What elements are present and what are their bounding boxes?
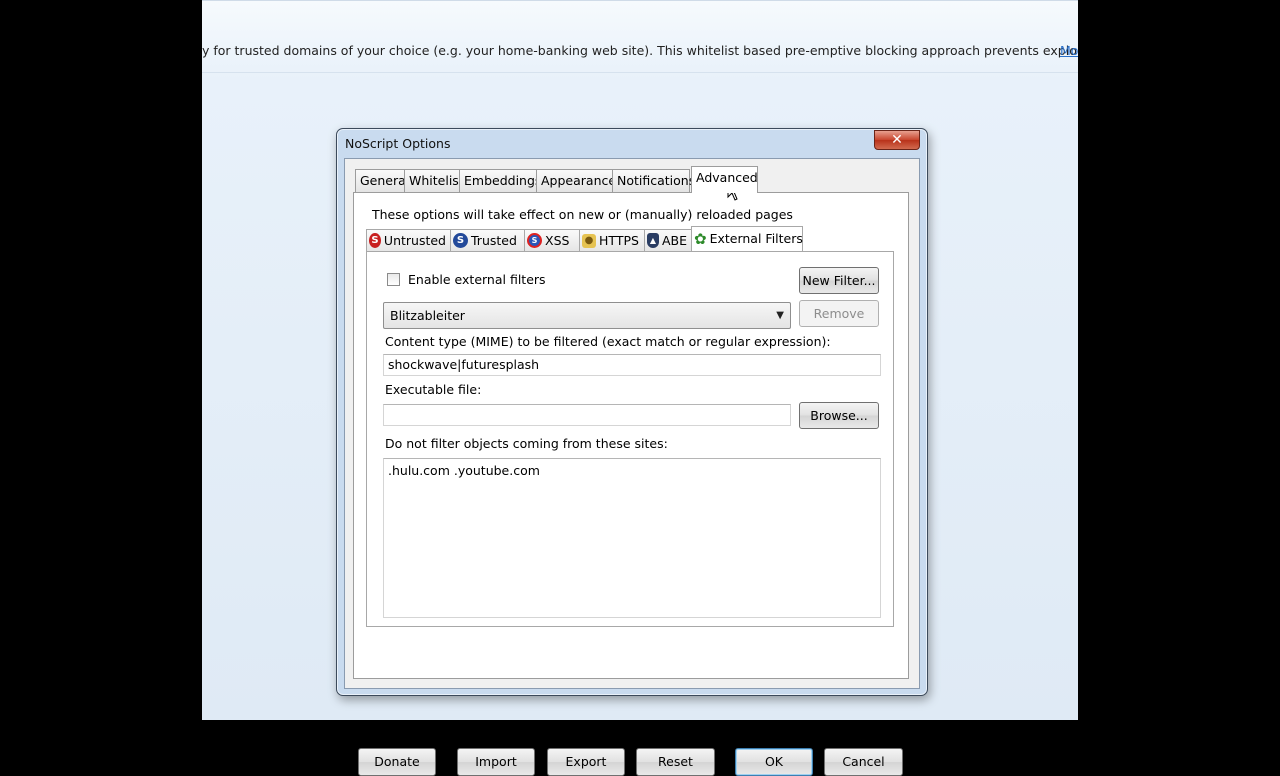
close-icon: ✕ xyxy=(891,132,903,148)
exclude-sites-label: Do not filter objects coming from these … xyxy=(385,436,668,451)
subtab-xss[interactable]: S XSS xyxy=(524,229,580,251)
subtab-label: External Filters xyxy=(709,231,803,246)
external-filters-panel: Enable external filters New Filter... Bl… xyxy=(366,251,894,627)
subtab-label: Untrusted xyxy=(383,232,446,248)
page-divider xyxy=(202,72,1078,73)
filter-select-value: Blitzableiter xyxy=(390,308,465,323)
subtab-trusted[interactable]: S Trusted xyxy=(450,229,525,251)
enable-external-filters-label: Enable external filters xyxy=(408,272,546,287)
browse-button[interactable]: Browse... xyxy=(799,402,879,429)
executable-field[interactable] xyxy=(383,404,791,426)
filter-select[interactable]: Blitzableiter ▼ xyxy=(383,302,791,329)
dialog-title: NoScript Options xyxy=(345,136,451,151)
subtab-label: HTTPS xyxy=(599,232,639,248)
lock-icon: ● xyxy=(582,233,596,248)
xss-icon: S xyxy=(527,233,542,248)
chevron-down-icon: ▼ xyxy=(776,310,784,321)
content-type-label: Content type (MIME) to be filtered (exac… xyxy=(385,334,831,349)
export-button[interactable]: Export xyxy=(547,748,625,776)
tab-notifications[interactable]: Notifications xyxy=(612,169,695,192)
ok-button[interactable]: OK xyxy=(735,748,813,776)
subtab-external-filters[interactable]: ✿ External Filters xyxy=(691,226,803,251)
tab-whitelist[interactable]: Whitelist xyxy=(404,169,464,192)
tab-appearance[interactable]: Appearance xyxy=(536,169,616,192)
subtab-label: XSS xyxy=(545,232,570,248)
cancel-button[interactable]: Cancel xyxy=(824,748,903,776)
close-button[interactable]: ✕ xyxy=(874,130,920,150)
dialog-client-area: General Whitelist Embeddings Appearance … xyxy=(344,158,920,689)
advanced-tab-panel: These options will take effect on new or… xyxy=(353,192,909,679)
content-type-field[interactable]: shockwave|futuresplash xyxy=(383,354,881,376)
enable-external-filters-row[interactable]: Enable external filters xyxy=(387,272,546,287)
advanced-note: These options will take effect on new or… xyxy=(372,207,793,222)
page-top-border xyxy=(202,0,1078,1)
noscript-options-dialog: NoScript Options ✕ General Whitelist Emb… xyxy=(336,128,928,776)
untrusted-icon: S xyxy=(369,233,381,248)
subtab-untrusted[interactable]: S Untrusted xyxy=(366,229,451,251)
page-intro-text: y for trusted domains of your choice (e.… xyxy=(202,43,1078,58)
exclude-sites-textarea[interactable]: .hulu.com .youtube.com xyxy=(383,458,881,618)
donate-button[interactable]: Donate xyxy=(358,748,436,776)
reset-button[interactable]: Reset xyxy=(636,748,715,776)
filter-icon: ✿ xyxy=(694,229,707,248)
trusted-icon: S xyxy=(453,233,468,248)
tab-general[interactable]: General xyxy=(355,169,409,192)
dialog-titlebar[interactable]: NoScript Options ✕ xyxy=(337,129,927,157)
new-filter-button[interactable]: New Filter... xyxy=(799,267,879,294)
tab-advanced[interactable]: Advanced xyxy=(691,166,758,193)
abe-icon: ▲ xyxy=(647,233,659,248)
executable-label: Executable file: xyxy=(385,382,482,397)
subtab-label: ABE xyxy=(661,232,687,248)
enable-external-filters-checkbox[interactable] xyxy=(387,273,400,286)
more-link[interactable]: Mo xyxy=(1060,43,1078,58)
subtab-https[interactable]: ● HTTPS xyxy=(579,229,645,251)
subtab-abe[interactable]: ▲ ABE xyxy=(644,229,692,251)
remove-button[interactable]: Remove xyxy=(799,300,879,327)
import-button[interactable]: Import xyxy=(457,748,535,776)
subtab-label: Trusted xyxy=(471,232,517,248)
tab-embeddings[interactable]: Embeddings xyxy=(459,169,541,192)
